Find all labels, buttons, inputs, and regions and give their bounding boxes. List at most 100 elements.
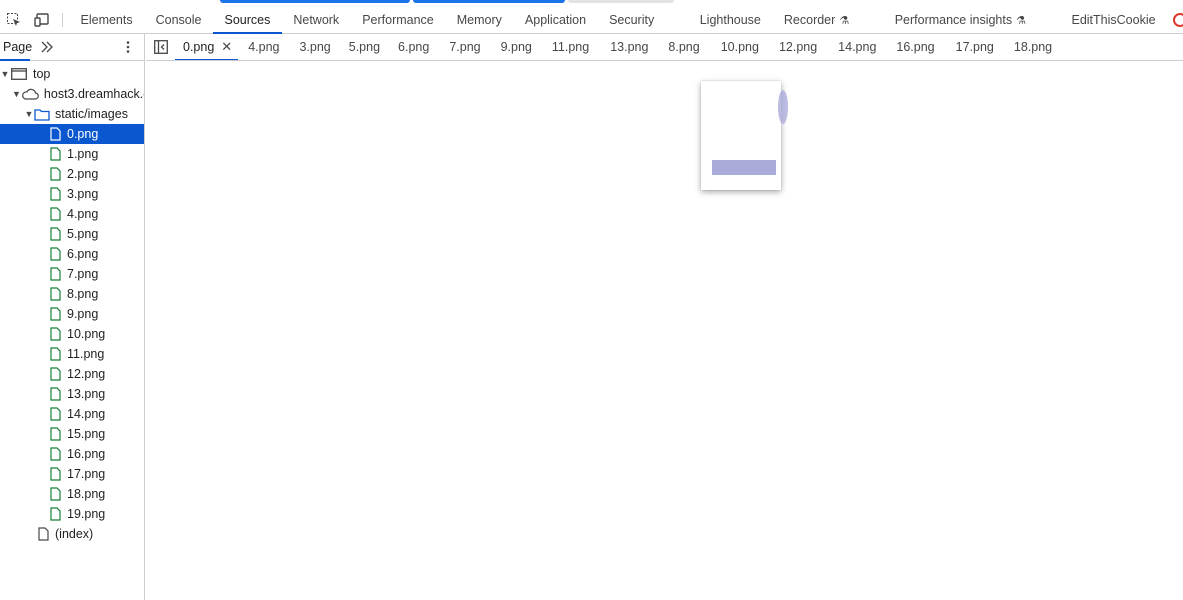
- tab-label: Elements: [80, 13, 133, 27]
- tree-item-top[interactable]: ▼ top: [0, 64, 144, 84]
- editor-tab-label: 4.png: [248, 40, 280, 54]
- tree-item-file[interactable]: 12.png: [0, 364, 144, 384]
- image-preview-shape: [778, 90, 788, 124]
- tree-item-file[interactable]: 7.png: [0, 264, 144, 284]
- device-toolbar-icon[interactable]: [28, 7, 56, 33]
- editor-tab[interactable]: 9.png: [481, 34, 532, 60]
- editor-tab[interactable]: 17.png: [935, 34, 994, 60]
- error-icon: [1173, 13, 1183, 27]
- editor-tab[interactable]: 10.png: [700, 34, 759, 60]
- tree-item-file[interactable]: 10.png: [0, 324, 144, 344]
- tree-item-file[interactable]: 4.png: [0, 204, 144, 224]
- folder-icon: [34, 106, 50, 122]
- tab-label: Performance insights: [894, 13, 1013, 27]
- tree-item-file[interactable]: 17.png: [0, 464, 144, 484]
- editor-tab-label: 10.png: [720, 40, 759, 54]
- tab-network[interactable]: Network: [282, 7, 351, 33]
- tab-elements[interactable]: Elements: [69, 7, 144, 33]
- editor-tab[interactable]: 13.png: [589, 34, 648, 60]
- tree-item-label: 1.png: [67, 147, 99, 161]
- tab-label: Network: [293, 13, 340, 27]
- editor-tab[interactable]: 14.png: [817, 34, 876, 60]
- tree-item-file[interactable]: 11.png: [0, 344, 144, 364]
- tree-item-label: 15.png: [67, 427, 106, 441]
- navigator-tab-label: Page: [3, 40, 33, 54]
- more-options-icon[interactable]: [122, 40, 134, 57]
- tab-performance-insights[interactable]: Performance insights ⚗: [883, 7, 1060, 33]
- expand-arrow-icon[interactable]: ▼: [24, 109, 34, 119]
- tree-item-label: 10.png: [67, 327, 106, 341]
- tab-security[interactable]: Security: [598, 7, 689, 33]
- error-count-badge[interactable]: [1170, 7, 1183, 34]
- sources-navigator: Page ▼ top ▼ host3.dreamhack.g ▼ static/…: [0, 34, 145, 600]
- file-icon: [48, 246, 62, 262]
- editor-tab-label: 9.png: [500, 40, 532, 54]
- tree-item-file[interactable]: 18.png: [0, 484, 144, 504]
- tree-item-file[interactable]: 0.png: [0, 124, 144, 144]
- tree-item-file[interactable]: 14.png: [0, 404, 144, 424]
- file-icon: [48, 386, 62, 402]
- tree-item-file[interactable]: 16.png: [0, 444, 144, 464]
- tree-item-file[interactable]: 19.png: [0, 504, 144, 524]
- browser-tab-indicator: [568, 0, 674, 3]
- expand-arrow-icon[interactable]: ▼: [0, 69, 10, 79]
- tab-label: Console: [155, 13, 202, 27]
- inspect-element-icon[interactable]: [0, 7, 28, 33]
- editor-tab[interactable]: 0.png ✕: [175, 34, 239, 60]
- tree-item-label: 7.png: [67, 267, 99, 281]
- editor-tab[interactable]: 7.png: [429, 34, 480, 60]
- editor-tab[interactable]: 16.png: [876, 34, 934, 60]
- tree-item-label: 13.png: [67, 387, 106, 401]
- tree-item-file[interactable]: 2.png: [0, 164, 144, 184]
- tree-item-file[interactable]: 8.png: [0, 284, 144, 304]
- editor-tab-label: 8.png: [668, 40, 700, 54]
- file-icon: [48, 166, 62, 182]
- close-icon[interactable]: ✕: [221, 39, 232, 55]
- file-icon: [48, 266, 62, 282]
- editor-tab-label: 11.png: [551, 40, 590, 54]
- navigator-header: Page: [0, 34, 144, 61]
- toggle-navigator-icon[interactable]: [146, 34, 175, 60]
- editor-tab[interactable]: 3.png: [279, 34, 330, 60]
- tree-item-label: (index): [55, 527, 94, 541]
- editor-tab[interactable]: 18.png: [994, 34, 1052, 60]
- tree-item-file[interactable]: 3.png: [0, 184, 144, 204]
- tab-performance[interactable]: Performance: [351, 7, 446, 33]
- tree-item-folder[interactable]: ▼ static/images: [0, 104, 144, 124]
- tree-item-label: 11.png: [67, 347, 105, 361]
- editor-tab[interactable]: 12.png: [759, 34, 817, 60]
- editor-tab[interactable]: 11.png: [532, 34, 589, 60]
- tab-recorder[interactable]: Recorder ⚗: [772, 7, 883, 33]
- tree-item-file[interactable]: 5.png: [0, 224, 144, 244]
- tab-lighthouse[interactable]: Lighthouse: [688, 7, 772, 33]
- tab-sources[interactable]: Sources: [212, 7, 282, 34]
- editor-tab-strip: 0.png ✕ 4.png 3.png 5.png 6.png 7.png 9.png 11.p…: [146, 34, 1183, 61]
- file-icon: [48, 206, 62, 222]
- tab-editthiscookie[interactable]: EditThisCookie: [1060, 7, 1167, 33]
- editor-tab-label: 7.png: [449, 40, 481, 54]
- file-icon: [48, 466, 62, 482]
- tab-memory[interactable]: Memory: [445, 7, 513, 33]
- tree-item-host[interactable]: ▼ host3.dreamhack.g: [0, 84, 144, 104]
- tree-item-index[interactable]: (index): [0, 524, 144, 544]
- tab-console[interactable]: Console: [144, 7, 213, 33]
- experimental-flask-icon: ⚗: [839, 14, 850, 27]
- tree-item-file[interactable]: 13.png: [0, 384, 144, 404]
- tree-item-file[interactable]: 1.png: [0, 144, 144, 164]
- tab-label: Recorder: [783, 13, 836, 27]
- tree-item-file[interactable]: 6.png: [0, 244, 144, 264]
- tree-item-file[interactable]: 15.png: [0, 424, 144, 444]
- editor-tab[interactable]: 4.png: [238, 34, 279, 60]
- tree-item-label: 3.png: [67, 187, 99, 201]
- tree-item-file[interactable]: 9.png: [0, 304, 144, 324]
- editor-tab[interactable]: 6.png: [380, 34, 429, 60]
- tab-application[interactable]: Application: [513, 7, 597, 33]
- expand-arrow-icon[interactable]: ▼: [12, 89, 21, 99]
- editor-tab[interactable]: 8.png: [648, 34, 699, 60]
- tree-item-label: 6.png: [67, 247, 99, 261]
- editor-tab-label: 5.png: [348, 40, 381, 54]
- editor-tab[interactable]: 5.png: [331, 34, 380, 60]
- tree-item-label: 2.png: [67, 167, 99, 181]
- more-tabs-chevron-icon[interactable]: [40, 40, 54, 57]
- navigator-tab-page[interactable]: Page: [0, 34, 33, 61]
